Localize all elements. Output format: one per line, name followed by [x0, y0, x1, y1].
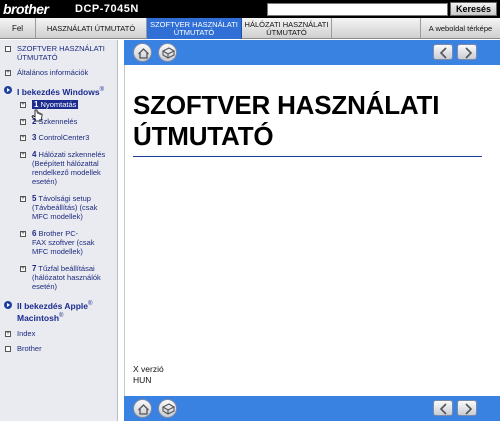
chapter-label: Szkennelés: [38, 117, 78, 126]
sidebar-item-index[interactable]: Index: [17, 329, 35, 338]
toc-button[interactable]: [158, 43, 177, 62]
sidebar-item-controlcenter[interactable]: 3 ControlCenter3: [32, 133, 89, 142]
expand-icon[interactable]: +: [5, 331, 11, 337]
model-name: DCP-7045N: [75, 3, 139, 15]
sidebar-item-brother[interactable]: Brother: [17, 344, 42, 353]
section2-label-line1: II bekezdés Apple®: [17, 300, 93, 311]
chapter-label-line: MFC modellek): [32, 247, 83, 256]
chapter-label: 5 Távolsági setup: [32, 194, 91, 203]
chapter-label: 4 Hálózati szkennelés: [32, 150, 106, 159]
sidebar-item-nyomtatas[interactable]: 1 Nyomtatás: [32, 100, 79, 109]
title-divider: [133, 156, 482, 157]
page-icon: [5, 46, 11, 52]
general-label: Általános információk: [17, 68, 89, 77]
chapter-label-line: (Beépített hálózattal: [32, 159, 99, 168]
sidebar-section-windows[interactable]: I bekezdés Windows®: [17, 85, 104, 97]
arrow-left-icon: [439, 47, 447, 59]
language-code: HUN: [133, 375, 152, 385]
book-icon: [161, 403, 176, 415]
sidebar-item-szkenneles[interactable]: 2 Szkennelés: [32, 117, 77, 126]
chapter-label: 6 Brother PC-: [32, 229, 79, 238]
brother-logo: brother: [3, 1, 49, 17]
next-page-button[interactable]: [457, 44, 477, 60]
top-bar: brother DCP-7045N Keresés: [0, 0, 500, 18]
root-label-line1: SZOFTVER HASZNÁLATI: [17, 44, 105, 53]
sidebar-item-firewall[interactable]: 7 Tűzfal beállításai (hálózatot használó…: [32, 264, 101, 291]
expand-icon[interactable]: +: [5, 70, 11, 76]
chapter-label: 7 Tűzfal beállításai: [32, 264, 95, 273]
section-bullet-icon: [4, 301, 12, 309]
bottom-nav-bar: [124, 396, 500, 421]
index-label: Index: [17, 329, 36, 338]
sidebar-section-macintosh[interactable]: II bekezdés Apple® Macintosh®: [17, 299, 92, 323]
prev-page-button[interactable]: [433, 44, 453, 60]
chapter-number: 2: [32, 117, 37, 126]
chapter-label-line: esetén): [32, 282, 58, 291]
expand-icon[interactable]: +: [20, 119, 26, 125]
version-text: X verzió: [133, 364, 164, 374]
expand-icon[interactable]: +: [20, 231, 26, 237]
sidebar-item-remote-setup[interactable]: 5 Távolsági setup (Távbeállítás) (csak M…: [32, 194, 97, 221]
expand-icon[interactable]: +: [20, 102, 26, 108]
sidebar-item-network-scan[interactable]: 4 Hálózati szkennelés (Beépített hálózat…: [32, 150, 105, 186]
sidebar: SZOFTVER HASZNÁLATI ÚTMUTATÓ + Általános…: [0, 40, 118, 421]
tab-bar: Fel HASZNÁLATI ÚTMUTATÓ SZOFTVER HASZNÁL…: [0, 18, 500, 39]
section2-label-line2: Macintosh®: [17, 312, 64, 323]
section1-label: I bekezdés Windows: [17, 86, 100, 97]
arrow-right-icon: [465, 403, 473, 415]
tab-network-guide[interactable]: HÁLÓZATI HASZNÁLATI ÚTMUTATÓ: [242, 18, 332, 39]
sidebar-item-general[interactable]: Általános információk: [17, 68, 88, 77]
toc-button[interactable]: [158, 399, 177, 418]
brother-label: Brother: [17, 344, 42, 353]
page-title: SZOFTVER HASZNÁLATI ÚTMUTATÓ: [133, 90, 483, 152]
prev-page-button[interactable]: [433, 400, 453, 416]
tab-up[interactable]: Fel: [0, 18, 36, 39]
arrow-right-icon: [465, 47, 473, 59]
chapter-label-line: FAX szoftver (csak: [32, 238, 95, 247]
next-page-button[interactable]: [457, 400, 477, 416]
nyomtatas-label: 1 Nyomtatás: [32, 100, 79, 109]
home-icon: [138, 404, 149, 415]
tab-software-guide[interactable]: SZOFTVER HASZNÁLATI ÚTMUTATÓ: [147, 18, 242, 39]
chapter-label: ControlCenter3: [38, 133, 90, 142]
registered-mark: ®: [99, 87, 105, 93]
tab-network-guide-label: HÁLÓZATI HASZNÁLATI ÚTMUTATÓ: [244, 19, 329, 37]
expand-icon[interactable]: +: [20, 152, 26, 158]
arrow-left-icon: [439, 403, 447, 415]
sidebar-item-root[interactable]: SZOFTVER HASZNÁLATI ÚTMUTATÓ: [17, 44, 105, 62]
tab-user-guide[interactable]: HASZNÁLATI ÚTMUTATÓ: [36, 18, 147, 39]
chapter-label-line: (hálózatot használók: [32, 273, 101, 282]
expand-icon[interactable]: +: [20, 266, 26, 272]
chapter-label-line: (Távbeállítás) (csak: [32, 203, 98, 212]
top-nav-bar: [124, 40, 500, 65]
root-label-line2: ÚTMUTATÓ: [17, 53, 58, 62]
page-icon: [5, 346, 11, 352]
chapter-label-line: MFC modellek): [32, 212, 83, 221]
tab-software-guide-label: SZOFTVER HASZNÁLATI ÚTMUTATÓ: [150, 19, 238, 37]
book-icon: [161, 47, 176, 59]
chapter-label-line: esetén): [32, 177, 58, 186]
sidebar-item-pc-fax[interactable]: 6 Brother PC- FAX szoftver (csak MFC mod…: [32, 229, 95, 256]
title-line1: SZOFTVER HASZNÁLATI: [133, 90, 440, 120]
home-button[interactable]: [133, 43, 152, 62]
search-input[interactable]: [267, 3, 448, 16]
tab-sitemap[interactable]: A weboldal térképe: [420, 18, 500, 39]
title-line2: ÚTMUTATÓ: [133, 121, 274, 151]
expand-icon[interactable]: +: [20, 196, 26, 202]
section-bullet-icon: [4, 86, 12, 94]
chapter-label-line: rendelkező modellek: [32, 168, 101, 177]
search-button[interactable]: Keresés: [450, 2, 497, 16]
home-icon: [138, 48, 149, 59]
chapter-number: 3: [32, 133, 37, 142]
home-button[interactable]: [133, 399, 152, 418]
expand-icon[interactable]: +: [20, 135, 26, 141]
